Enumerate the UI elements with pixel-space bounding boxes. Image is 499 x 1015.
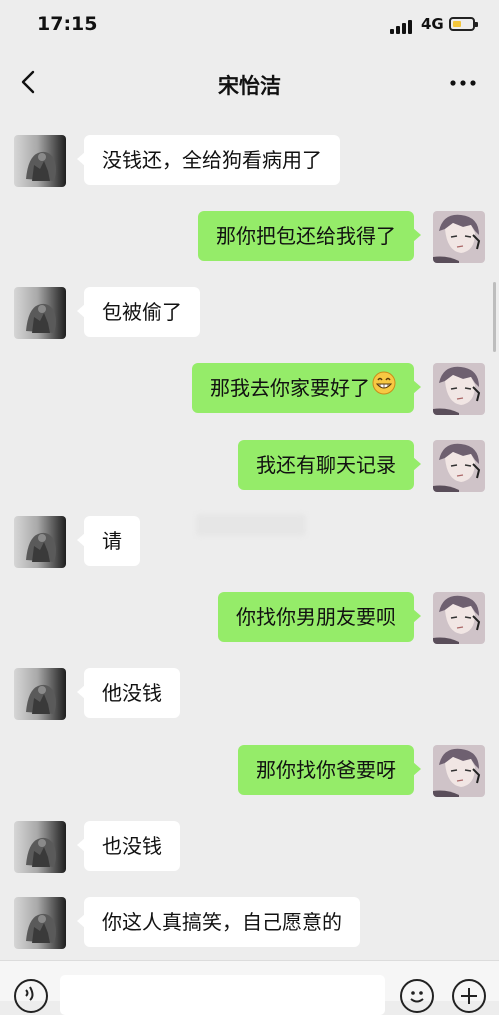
status-bar: 17:15 4G [0,0,499,50]
message-incoming: 没钱还，全给狗看病用了 [0,135,499,187]
my-avatar[interactable] [433,440,485,492]
message-bubble[interactable]: 也没钱 [77,821,180,871]
my-avatar[interactable] [433,592,485,644]
message-incoming: 他没钱 [0,668,499,720]
my-avatar[interactable] [433,211,485,263]
voice-button[interactable] [14,979,48,1013]
grin-emoji-icon [372,363,396,413]
message-bubble[interactable]: 他没钱 [77,668,180,718]
message-bubble[interactable]: 没钱还，全给狗看病用了 [77,135,340,185]
message-bubble[interactable]: 我还有聊天记录 [238,440,421,490]
message-bubble[interactable]: 那你把包还给我得了 [198,211,421,261]
message-outgoing: 你找你男朋友要呗 [0,592,499,644]
battery-icon [449,17,478,31]
plus-button[interactable] [452,979,486,1013]
message-incoming: 你这人真搞笑，自己愿意的 [0,897,499,949]
message-incoming: 请 [0,516,499,568]
message-outgoing: 那我去你家要好了 [0,363,499,415]
my-avatar[interactable] [433,363,485,415]
message-incoming: 包被偷了 [0,287,499,339]
message-incoming: 也没钱 [0,821,499,873]
message-bubble[interactable]: 你找你男朋友要呗 [218,592,421,642]
message-text: 那我去你家要好了 [210,376,370,400]
message-outgoing: 我还有聊天记录 [0,440,499,492]
emoji-button[interactable] [400,979,434,1013]
message-bubble[interactable]: 那你找你爸要呀 [238,745,421,795]
more-button[interactable] [444,68,484,98]
contact-avatar[interactable] [14,135,66,187]
message-bubble[interactable]: 你这人真搞笑，自己愿意的 [77,897,360,947]
chat-title: 宋怡洁 [218,74,281,98]
network-label: 4G [421,15,444,33]
message-bubble[interactable]: 请 [77,516,140,566]
more-dots-icon [450,80,476,86]
my-avatar[interactable] [433,745,485,797]
message-input[interactable] [60,975,385,1015]
message-bubble[interactable]: 那我去你家要好了 [192,363,421,413]
message-bubble[interactable]: 包被偷了 [77,287,200,337]
emoji-icon [410,991,424,1003]
message-outgoing: 那你找你爸要呀 [0,745,499,797]
contact-avatar[interactable] [14,287,66,339]
plus-icon [461,988,477,1004]
contact-avatar[interactable] [14,668,66,720]
contact-avatar[interactable] [14,516,66,568]
status-time: 17:15 [37,13,98,35]
contact-avatar[interactable] [14,821,66,873]
contact-avatar[interactable] [14,897,66,949]
input-bar [0,960,499,1015]
voice-icon [25,986,34,1001]
signal-icon [390,18,416,34]
chat-header: 宋怡洁 [0,50,499,116]
message-outgoing: 那你把包还给我得了 [0,211,499,263]
